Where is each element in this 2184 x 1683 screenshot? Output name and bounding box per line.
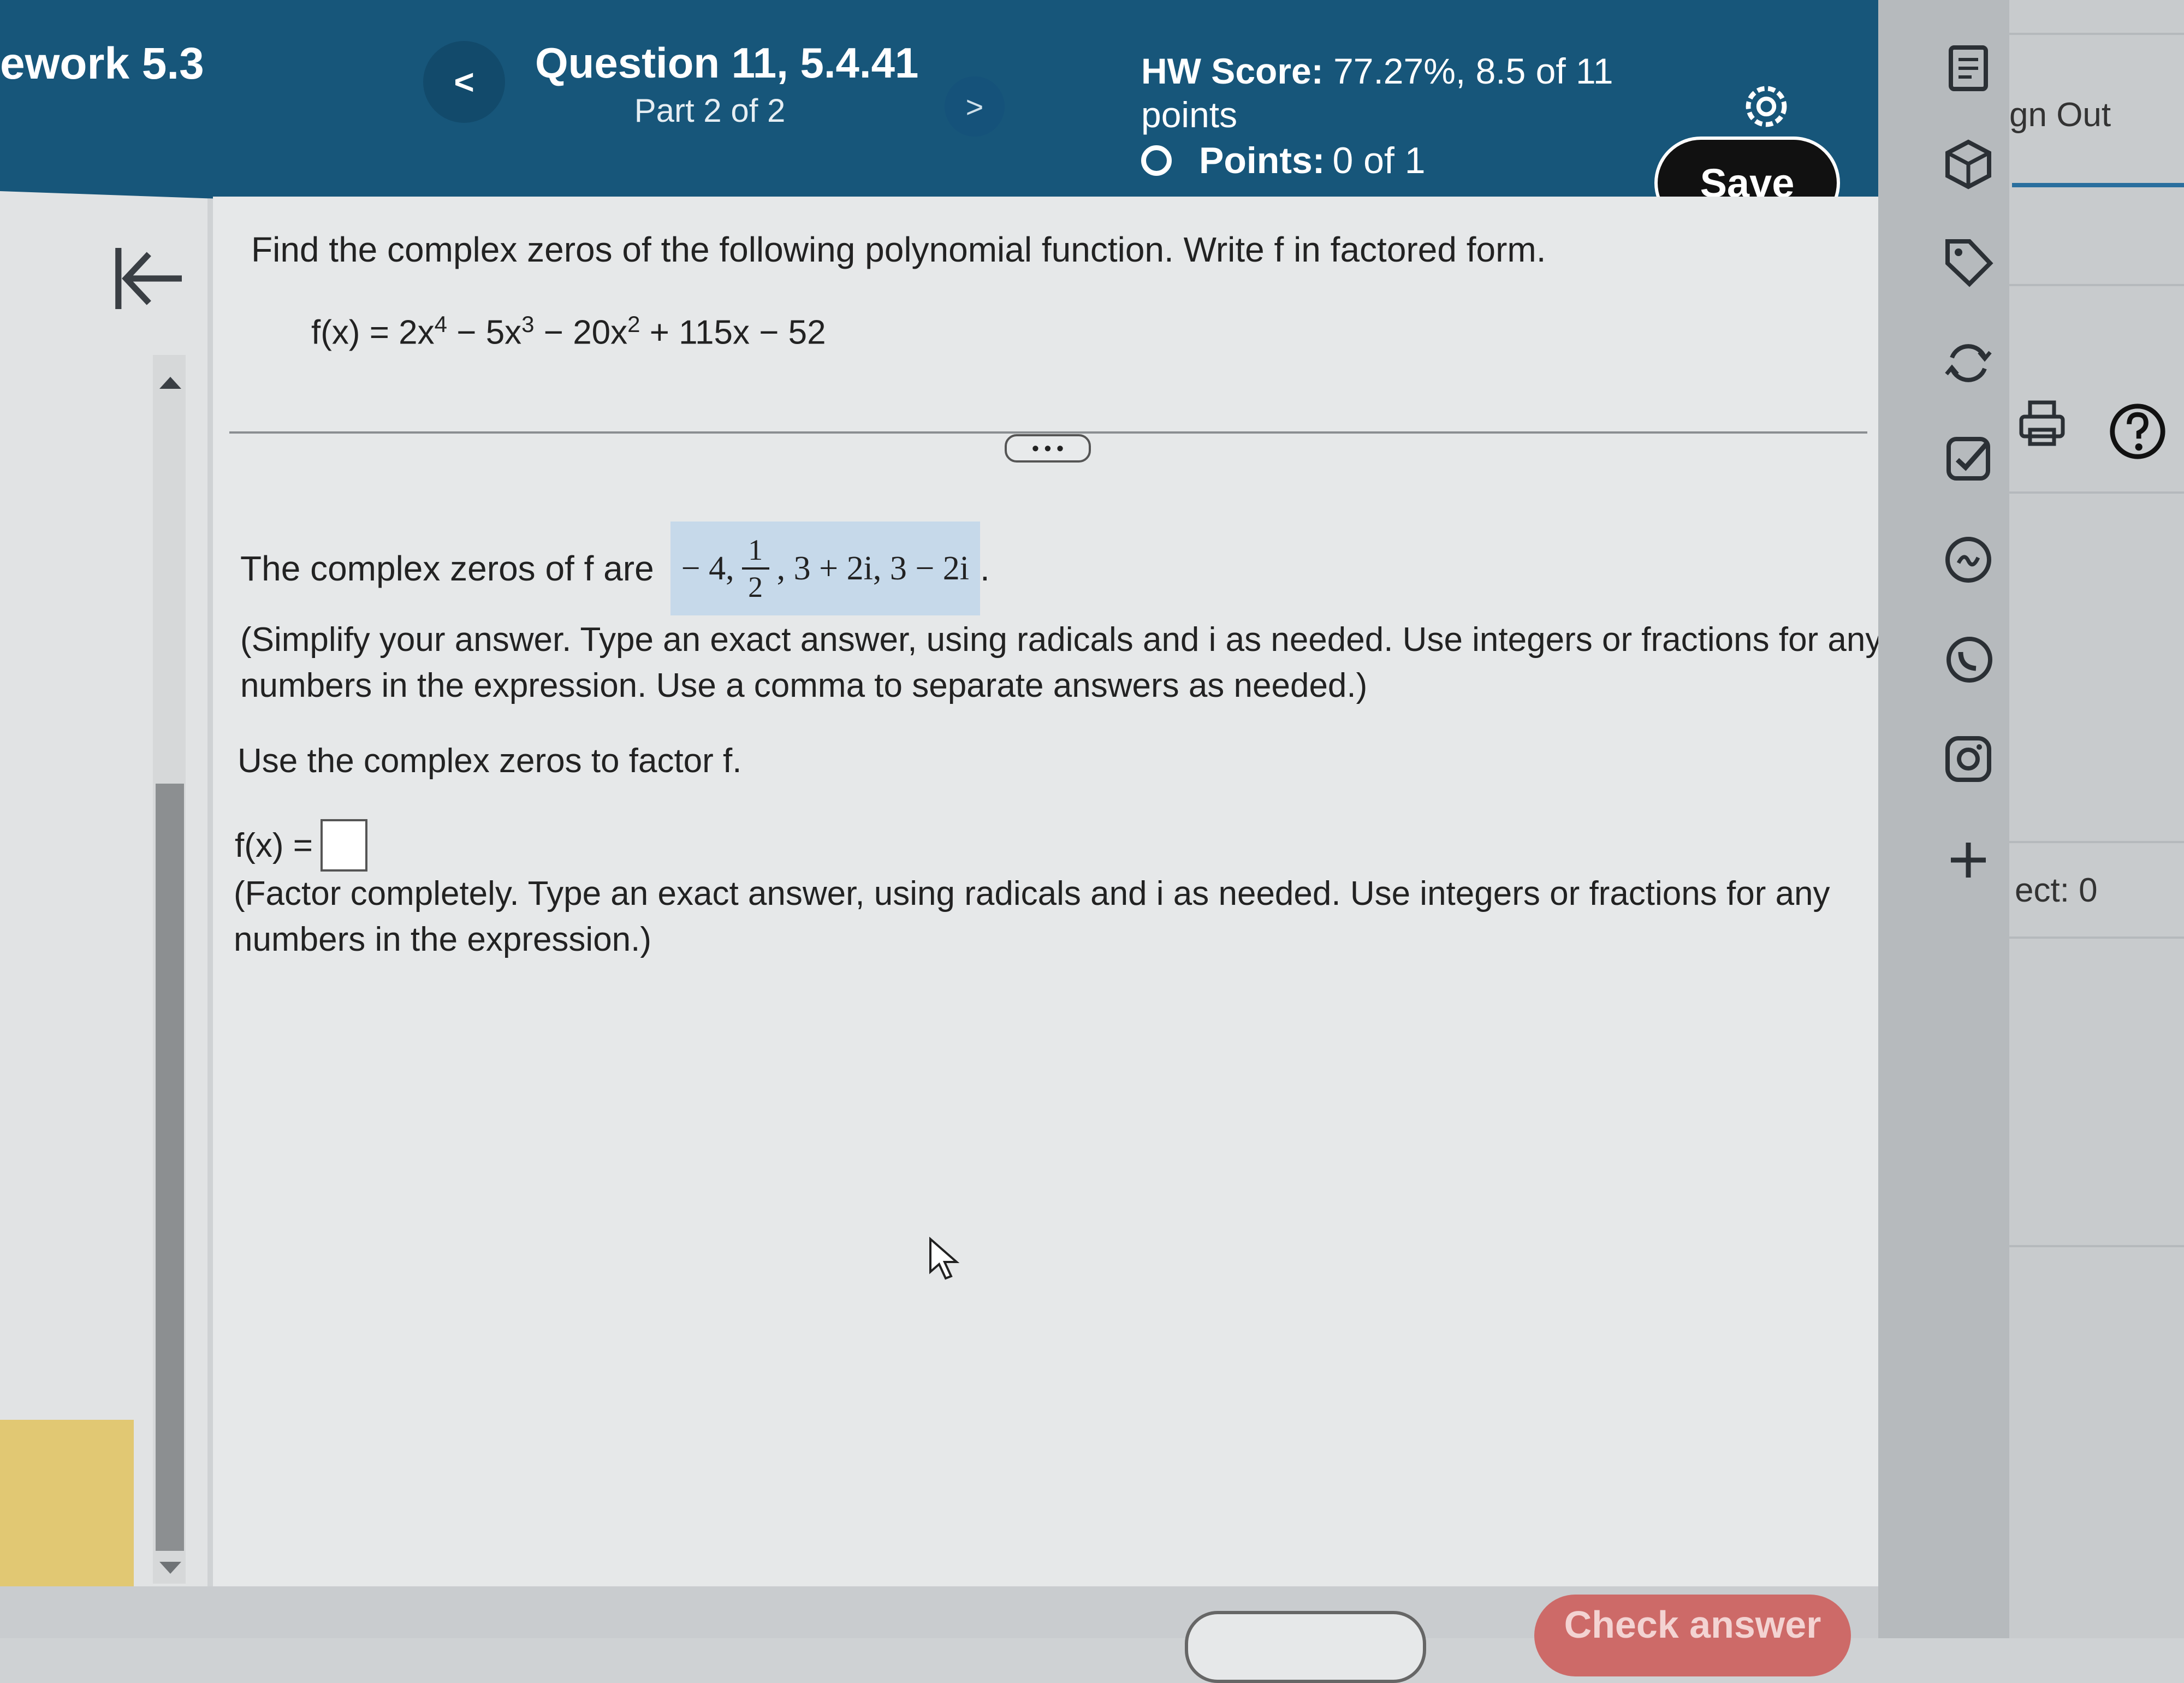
screen: ework 5.3 < Question 11, 5.4.41 Part 2 o… [0,0,2184,1683]
sidebar-highlight [0,1420,134,1589]
instagram-icon[interactable] [1941,732,1996,786]
chevron-right-icon: > [965,89,984,124]
factor-answer-row: f(x) = [235,819,367,872]
item-count: ect: 0 [2015,872,2098,909]
exponent: 3 [521,311,535,337]
hint-line: numbers in the expression.) [234,921,652,958]
next-question-button[interactable]: > [945,76,1005,137]
expand-button[interactable]: • • • [1005,434,1091,463]
zeros-answer-row: The complex zeros of f are − 4, 1 2 , 3 … [240,522,990,615]
cube-icon[interactable] [1941,137,1996,191]
points-value: 0 of 1 [1332,140,1426,181]
section-divider [229,431,1867,434]
whatsapp-icon[interactable] [1941,633,1996,688]
help-icon[interactable] [2108,401,2168,461]
fraction-numerator: 1 [748,534,763,566]
answer-label: f(x) = [235,826,313,864]
hint-line: (Simplify your answer. Type an exact ans… [240,621,1883,659]
checklist-icon[interactable] [1941,431,1996,486]
mouse-pointer-icon [929,1237,960,1280]
scrollbar-thumb[interactable] [156,784,184,1551]
hw-score: HW Score: 77.27%, 8.5 of 11 points [1141,49,1633,137]
zero-value: − 4, [681,549,734,587]
panel-divider [2009,33,2184,35]
print-icon[interactable] [2015,396,2069,451]
points-label: Points: [1199,140,1325,181]
factor-answer-input[interactable] [320,819,367,872]
points-status: Points: 0 of 1 [1141,139,1426,182]
function-term: − 5x [447,313,522,352]
chat-icon[interactable] [1941,532,1996,587]
chevron-left-icon: < [454,62,474,102]
question-part: Part 2 of 2 [634,92,786,129]
gear-icon[interactable] [1736,76,1796,137]
exponent: 2 [627,311,640,337]
sign-out-link[interactable]: gn Out [2009,96,2111,134]
hw-score-label: HW Score: [1141,51,1324,91]
plus-icon[interactable] [1941,833,1996,887]
previous-question-button[interactable]: < [423,41,505,123]
question-instructions: Find the complex zeros of the following … [251,230,1546,269]
check-answer-button[interactable]: Check answer [1534,1595,1851,1676]
secondary-action-button[interactable] [1185,1611,1426,1683]
document-icon[interactable] [1941,41,1996,96]
fraction-denominator: 2 [748,571,763,603]
sign-out-underline [2012,183,2184,187]
question-title: Question 11, 5.4.41 [535,39,919,87]
scroll-up-icon[interactable] [159,377,181,389]
hint-line: (Factor completely. Type an exact answer… [234,875,1830,912]
assignment-title: ework 5.3 [0,39,204,88]
panel-divider [2009,284,2184,286]
panel-divider [2009,491,2184,494]
function-lhs: f(x) = 2x [311,313,435,352]
fraction: 1 2 [741,532,769,605]
polynomial-function: f(x) = 2x4 − 5x3 − 20x2 + 115x − 52 [311,311,826,352]
exponent: 4 [434,311,448,337]
zeros-hint: (Simplify your answer. Type an exact ans… [240,617,1882,709]
right-panel [2009,0,2184,1638]
function-term: + 115x − 52 [640,313,826,352]
factor-hint: (Factor completely. Type an exact answer… [234,871,1830,963]
zeros-answer[interactable]: − 4, 1 2 , 3 + 2i, 3 − 2i [670,522,981,615]
panel-divider [2009,1245,2184,1247]
refresh-icon[interactable] [1941,336,1996,390]
sentence-period: . [980,549,990,588]
tag-icon[interactable] [1941,235,1996,289]
points-radio-icon [1141,145,1172,176]
factor-prompt: Use the complex zeros to factor f. [238,742,742,780]
panel-divider [2009,841,2184,843]
zero-values-rest: , 3 + 2i, 3 − 2i [776,549,970,587]
collapse-left-icon[interactable] [109,240,186,317]
function-term: − 20x [534,313,628,352]
zeros-prompt: The complex zeros of f are [240,549,654,588]
scroll-down-icon[interactable] [159,1562,181,1574]
panel-divider [2009,937,2184,939]
hint-line: numbers in the expression. Use a comma t… [240,667,1368,704]
